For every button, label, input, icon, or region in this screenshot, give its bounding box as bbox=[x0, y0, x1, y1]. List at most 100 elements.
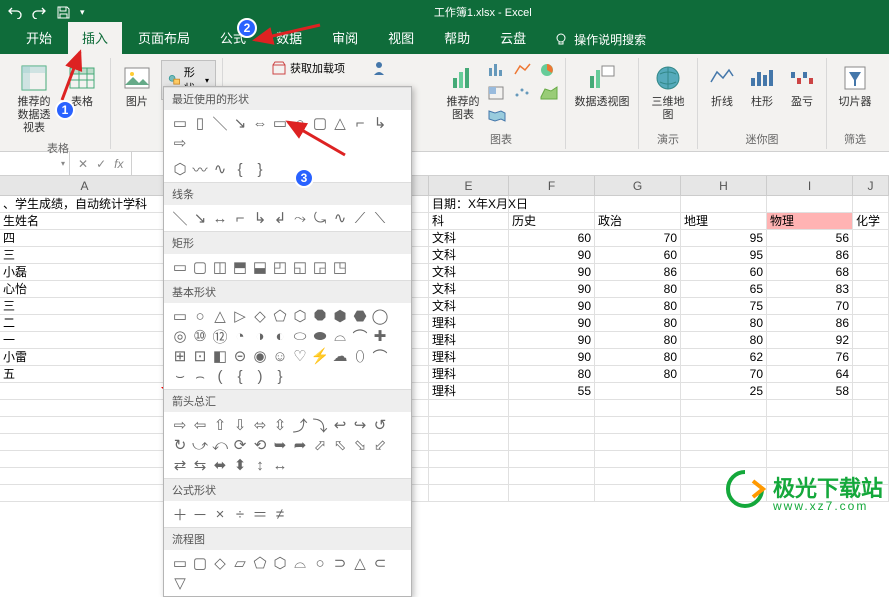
slicer-button[interactable]: 切片器 bbox=[833, 60, 877, 111]
cell[interactable]: 58 bbox=[767, 383, 853, 399]
col-header-f[interactable]: F bbox=[509, 176, 595, 195]
cell[interactable]: 75 bbox=[681, 298, 767, 314]
shape-a12-icon[interactable]: ↻ bbox=[170, 435, 190, 455]
cell[interactable] bbox=[595, 451, 681, 467]
cell[interactable] bbox=[0, 434, 170, 450]
tab-view[interactable]: 视图 bbox=[374, 22, 428, 54]
shape-rounded-rect-icon[interactable]: ▢ bbox=[310, 113, 330, 133]
redo-icon[interactable] bbox=[32, 5, 46, 19]
tab-data[interactable]: 数据 bbox=[262, 22, 316, 54]
shape-line2-icon[interactable]: ＼ bbox=[170, 208, 190, 228]
cell[interactable] bbox=[853, 281, 889, 297]
shape-a13-icon[interactable]: ⤻ bbox=[190, 435, 210, 455]
cell[interactable]: 文科 bbox=[429, 247, 509, 263]
shape-hexarrow-icon[interactable]: ⬡ bbox=[170, 159, 190, 179]
shape-b15-icon[interactable]: ◔ bbox=[230, 326, 250, 346]
cell[interactable]: 70 bbox=[595, 230, 681, 246]
cell[interactable] bbox=[595, 485, 681, 501]
cell[interactable]: 65 bbox=[681, 281, 767, 297]
shape-curve-icon[interactable]: 〰 bbox=[190, 159, 210, 179]
undo-icon[interactable] bbox=[8, 5, 22, 19]
cell[interactable]: 小磊 bbox=[0, 264, 170, 280]
cell[interactable] bbox=[853, 332, 889, 348]
shape-f12-icon[interactable]: ▽ bbox=[170, 573, 190, 593]
cell[interactable] bbox=[509, 417, 595, 433]
shape-b4-icon[interactable]: ▷ bbox=[230, 306, 250, 326]
shape-b27-icon[interactable]: ◉ bbox=[250, 346, 270, 366]
tab-page-layout[interactable]: 页面布局 bbox=[124, 22, 204, 54]
cell[interactable] bbox=[853, 451, 889, 467]
scatter-chart-icon[interactable] bbox=[513, 85, 533, 106]
cell[interactable] bbox=[595, 383, 681, 399]
shape-right-arrow-icon[interactable]: ⇨ bbox=[170, 133, 190, 153]
shape-elbow3-icon[interactable]: ↳ bbox=[250, 208, 270, 228]
cell[interactable] bbox=[853, 264, 889, 280]
shape-a1-icon[interactable]: ⇨ bbox=[170, 415, 190, 435]
shape-b19-icon[interactable]: ⬬ bbox=[310, 326, 330, 346]
shape-a28-icon[interactable]: ↔ bbox=[270, 455, 290, 475]
cell[interactable]: 文科 bbox=[429, 298, 509, 314]
tab-home[interactable]: 开始 bbox=[12, 22, 66, 54]
line-chart-icon[interactable] bbox=[513, 62, 533, 83]
cell[interactable] bbox=[429, 485, 509, 501]
cell[interactable] bbox=[681, 400, 767, 416]
shape-f5-icon[interactable]: ⬠ bbox=[250, 553, 270, 573]
shape-b39-icon[interactable]: } bbox=[270, 366, 290, 386]
shape-b22-icon[interactable]: ✚ bbox=[370, 326, 390, 346]
addins-button[interactable]: 获取加载项 bbox=[272, 60, 391, 76]
pie-chart-icon[interactable] bbox=[539, 62, 557, 83]
shape-b28-icon[interactable]: ☺ bbox=[270, 346, 290, 366]
cell[interactable] bbox=[853, 298, 889, 314]
cell[interactable] bbox=[595, 417, 681, 433]
shape-f3-icon[interactable]: ◇ bbox=[210, 553, 230, 573]
column-chart-icon[interactable] bbox=[487, 62, 507, 83]
cell[interactable]: 历史 bbox=[509, 213, 595, 229]
cell[interactable]: 25 bbox=[681, 383, 767, 399]
cell[interactable] bbox=[0, 451, 170, 467]
shape-a27-icon[interactable]: ↕ bbox=[250, 455, 270, 475]
shape-b33-icon[interactable]: ⌒ bbox=[370, 346, 390, 366]
shape-line-icon[interactable]: ＼ bbox=[210, 113, 230, 133]
shape-b7-icon[interactable]: ⬡ bbox=[290, 306, 310, 326]
cell[interactable] bbox=[681, 417, 767, 433]
tab-cloud[interactable]: 云盘 bbox=[486, 22, 540, 54]
col-header-i[interactable]: I bbox=[767, 176, 853, 195]
shape-b14-icon[interactable]: ⑫ bbox=[210, 326, 230, 346]
col-header-h[interactable]: H bbox=[681, 176, 767, 195]
cell[interactable]: 理科 bbox=[429, 332, 509, 348]
cell[interactable]: 95 bbox=[681, 247, 767, 263]
pivot-chart-button[interactable]: 数据透视图 bbox=[572, 60, 632, 111]
shape-b25-icon[interactable]: ◧ bbox=[210, 346, 230, 366]
cell[interactable] bbox=[509, 400, 595, 416]
cell[interactable]: 70 bbox=[681, 366, 767, 382]
shape-b13-icon[interactable]: ⑩ bbox=[190, 326, 210, 346]
cell[interactable]: 90 bbox=[509, 281, 595, 297]
col-header-j[interactable]: J bbox=[853, 176, 889, 195]
shape-b24-icon[interactable]: ⊡ bbox=[190, 346, 210, 366]
shape-f10-icon[interactable]: △ bbox=[350, 553, 370, 573]
shape-r4-icon[interactable]: ⬒ bbox=[230, 257, 250, 277]
tell-me-search[interactable]: 操作说明搜索 bbox=[554, 31, 646, 54]
shape-oval-icon[interactable]: ○ bbox=[290, 113, 310, 133]
shape-line4-icon[interactable]: ↔ bbox=[210, 208, 230, 228]
cell[interactable]: 95 bbox=[681, 230, 767, 246]
shape-a19-icon[interactable]: ⬀ bbox=[310, 435, 330, 455]
shape-a4-icon[interactable]: ⇩ bbox=[230, 415, 250, 435]
cell[interactable]: 90 bbox=[509, 298, 595, 314]
cell[interactable]: 56 bbox=[767, 230, 853, 246]
cell[interactable]: 三 bbox=[0, 247, 170, 263]
shape-elbow-icon[interactable]: ⌐ bbox=[350, 113, 370, 133]
cell[interactable] bbox=[853, 349, 889, 365]
shape-b8-icon[interactable]: ⯃ bbox=[310, 306, 330, 326]
shape-freeform-icon[interactable]: ∿ bbox=[210, 159, 230, 179]
shape-a23-icon[interactable]: ⇄ bbox=[170, 455, 190, 475]
shape-b38-icon[interactable]: ) bbox=[250, 366, 270, 386]
cell[interactable]: 三 bbox=[0, 298, 170, 314]
cell[interactable]: 62 bbox=[681, 349, 767, 365]
cell[interactable] bbox=[509, 485, 595, 501]
tab-review[interactable]: 审阅 bbox=[318, 22, 372, 54]
shape-r2-icon[interactable]: ▢ bbox=[190, 257, 210, 277]
fx-icon[interactable]: fx bbox=[114, 157, 123, 171]
shape-b2-icon[interactable]: ○ bbox=[190, 306, 210, 326]
cell[interactable] bbox=[0, 485, 170, 501]
